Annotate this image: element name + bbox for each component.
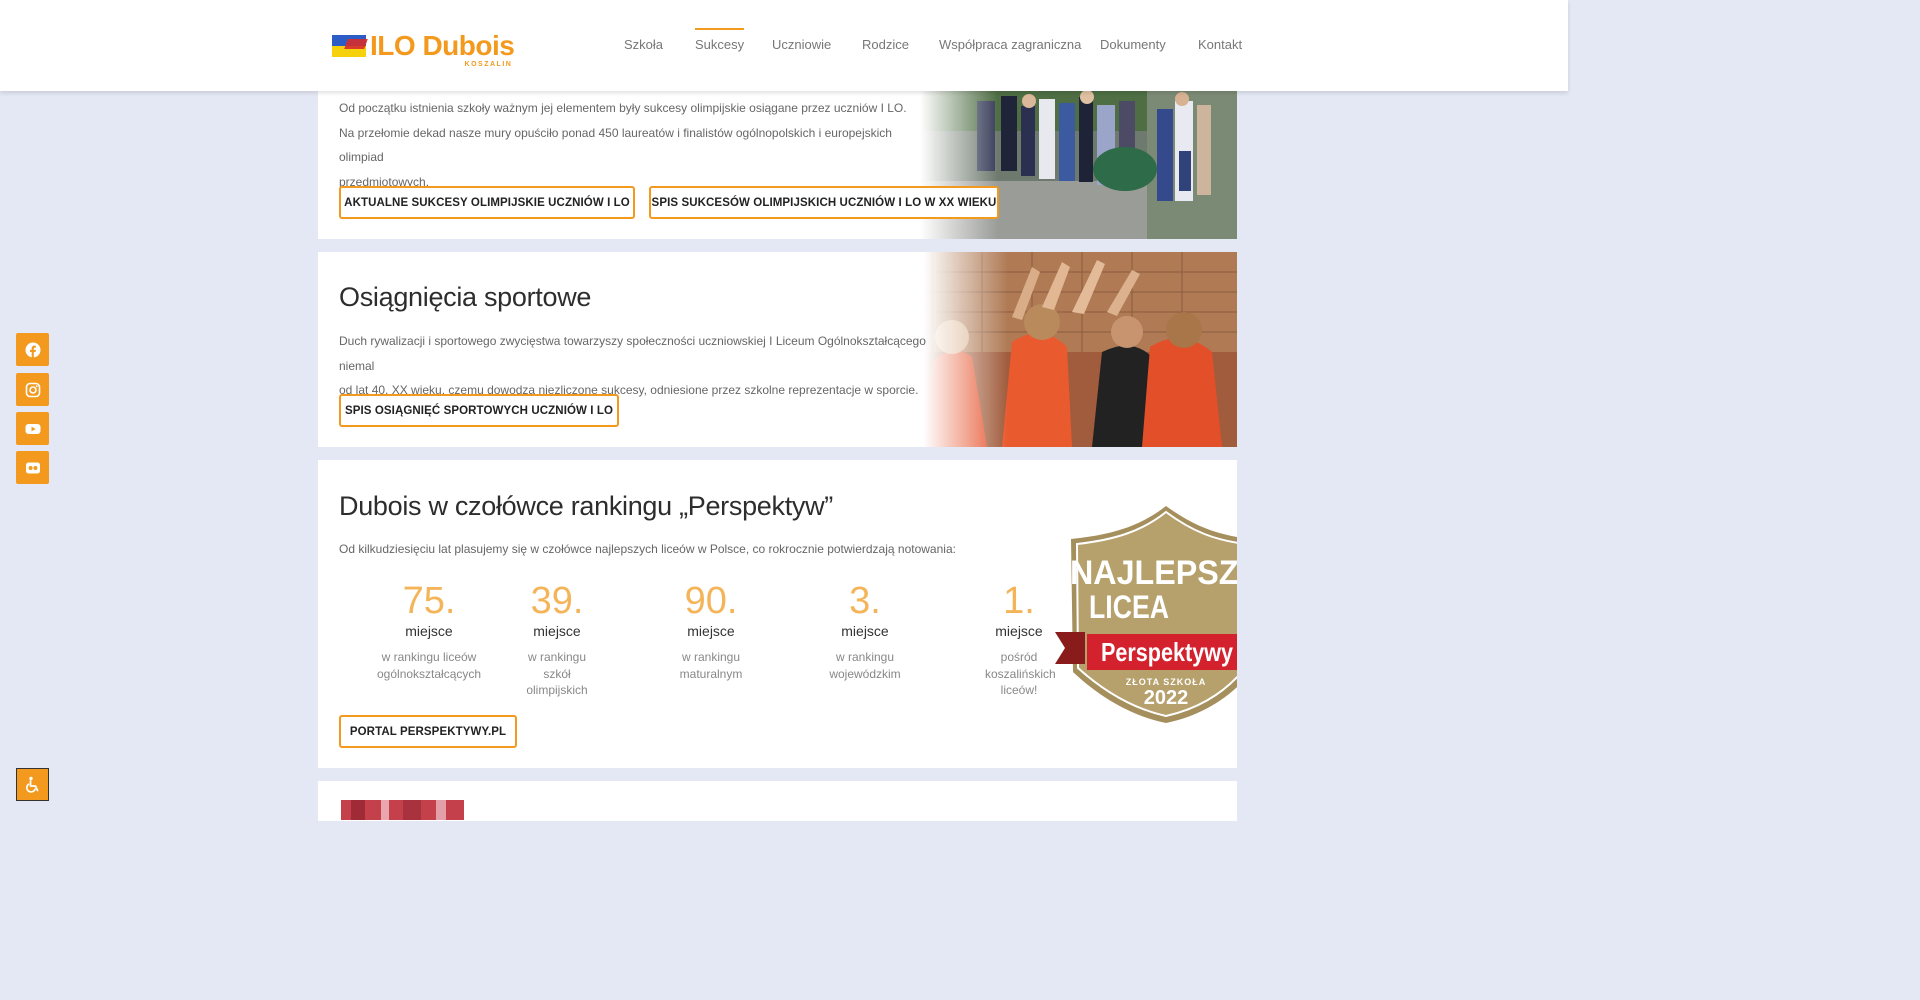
instagram-link[interactable]: [16, 373, 49, 406]
nav-item-uczniowie[interactable]: Uczniowie: [772, 37, 831, 52]
xx-century-olympiad-list-button[interactable]: SPIS SUKCESÓW OLIMPIJSKICH UCZNIÓW I LO …: [649, 186, 999, 219]
badge-line3: ZŁOTA SZKOŁA: [1126, 677, 1207, 687]
badge-ribbon: Perspektywy: [1101, 637, 1233, 667]
olympiad-section: Od początku istnienia szkoły ważnym jej …: [318, 91, 1237, 239]
perspektywy-badge: NAJLEPSZE LICEA Perspektywy ZŁOTA SZKOŁA…: [1055, 502, 1237, 728]
stat-description: w rankingu maturalnym: [679, 650, 743, 681]
stat-unit: miejsce: [533, 623, 581, 639]
olympiad-text-line1: Od początku istnienia szkoły ważnym jej …: [339, 101, 907, 115]
accessibility-button[interactable]: [16, 768, 49, 801]
ranking-stat: 90. miejsce w rankingu maturalnym: [641, 579, 781, 682]
nav-item-rodzice[interactable]: Rodzice: [862, 37, 909, 52]
wheelchair-icon: [25, 776, 38, 793]
stat-description: w rankingu liceów ogólnokształcących: [377, 650, 482, 681]
stat-number: 90.: [684, 580, 738, 622]
next-section-image: [341, 800, 464, 820]
stat-number: 75.: [402, 580, 456, 622]
nav-item-wspolpraca[interactable]: Współpraca zagraniczna: [939, 37, 1081, 52]
ukraine-flag-icon: [332, 35, 368, 57]
flickr-icon: [25, 462, 40, 473]
youtube-link[interactable]: [16, 412, 49, 445]
stat-description: w rankingu wojewódzkim: [829, 650, 901, 681]
olympiad-text-line2: Na przełomie dekad nasze mury opuściło p…: [339, 125, 892, 165]
instagram-icon: [25, 382, 40, 397]
stat-number: 39.: [530, 580, 584, 622]
stat-description: w rankingu szkół olimpijskich: [526, 650, 588, 697]
ranking-intro: Od kilkudziesięciu lat plasujemy się w c…: [339, 542, 956, 556]
next-section: [318, 781, 1237, 821]
badge-line2: LICEA: [1089, 589, 1169, 625]
badge-line1: NAJLEPSZE: [1070, 554, 1237, 592]
site-logo[interactable]: ILO Dubois KOSZALIN: [332, 29, 515, 68]
ranking-title: Dubois w czołówce rankingu „Perspektyw”: [339, 491, 833, 521]
ranking-stat: 3. miejsce w rankingu wojewódzkim: [795, 579, 935, 682]
ranking-stat: 75. miejsce w rankingu liceów ogólnokszt…: [359, 579, 499, 682]
sports-section: Osiągnięcia sportowe Duch rywalizacji i …: [318, 252, 1237, 447]
sports-text-line1: Duch rywalizacji i sportowego zwycięstwa…: [339, 334, 926, 373]
logo-text: ILO Dubois: [370, 30, 515, 61]
nav-item-szkola[interactable]: Szkoła: [624, 37, 663, 52]
stat-number: 3.: [849, 580, 881, 622]
current-olympiad-successes-button[interactable]: AKTUALNE SUKCESY OLIMPIJSKIE UCZNIÓW I L…: [339, 186, 635, 219]
stat-unit: miejsce: [687, 623, 735, 639]
sports-achievements-button[interactable]: SPIS OSIĄGNIĘĆ SPORTOWYCH UCZNIÓW I LO: [339, 394, 619, 427]
nav-item-dokumenty[interactable]: Dokumenty: [1100, 37, 1166, 52]
stat-unit: miejsce: [841, 623, 889, 639]
facebook-link[interactable]: [16, 333, 49, 366]
youtube-icon: [25, 423, 40, 434]
site-header: ILO Dubois KOSZALIN Szkoła Sukcesy Uczni…: [0, 0, 1568, 91]
ranking-stat: 39. miejsce w rankingu szkół olimpijskic…: [487, 579, 627, 699]
flickr-link[interactable]: [16, 451, 49, 484]
stat-unit: miejsce: [405, 623, 453, 639]
nav-item-kontakt[interactable]: Kontakt: [1198, 37, 1242, 52]
badge-year: 2022: [1144, 687, 1189, 709]
nav-item-sukcesy[interactable]: Sukcesy: [695, 28, 745, 52]
perspektywy-portal-button[interactable]: PORTAL PERSPEKTYWY.PL: [339, 715, 517, 748]
facebook-icon: [25, 342, 40, 357]
sports-title: Osiągnięcia sportowe: [339, 282, 592, 312]
ranking-section: Dubois w czołówce rankingu „Perspektyw” …: [318, 460, 1237, 768]
logo-subtitle: KOSZALIN: [464, 61, 513, 68]
